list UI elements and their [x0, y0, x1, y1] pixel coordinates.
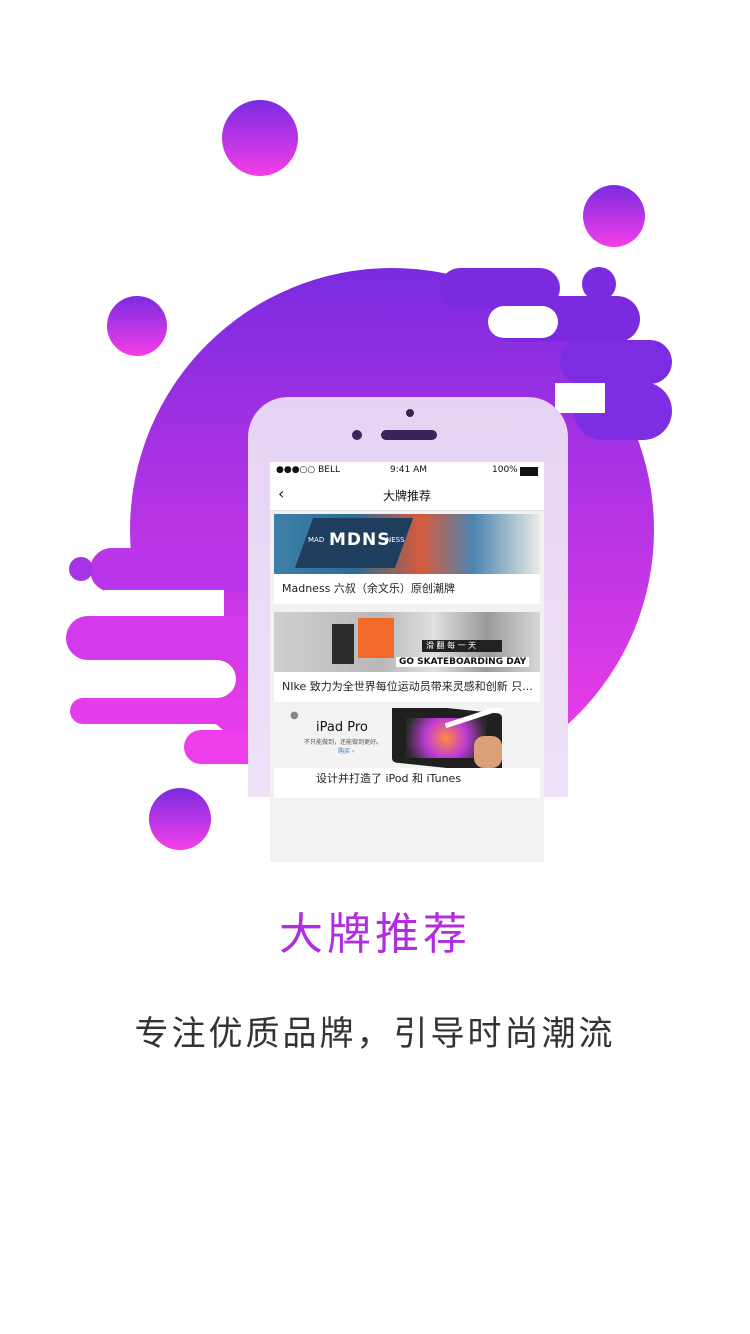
streak	[96, 660, 236, 698]
streak	[70, 698, 260, 724]
clock: 9:41 AM	[390, 465, 427, 475]
phone-speaker	[381, 430, 437, 440]
streak	[66, 616, 276, 660]
carrier-label: ●●●○○ BELL	[276, 465, 341, 475]
card-image: GO SKATEBOARDING DAY 滑 翻 每 一 天	[274, 612, 540, 672]
brand-card-nike[interactable]: GO SKATEBOARDING DAY 滑 翻 每 一 天 NIke 致力为全…	[274, 612, 540, 702]
bubble	[582, 267, 616, 301]
nav-bar: ‹ 大牌推荐	[270, 480, 544, 511]
bubble	[583, 185, 645, 247]
brand-card-madness[interactable]: MDNS MAD NESS Madness 六叔（余文乐）原创潮牌	[274, 514, 540, 604]
bubble	[107, 296, 167, 356]
streak	[488, 306, 558, 338]
page-title: 大牌推荐	[279, 909, 471, 960]
bubble	[222, 100, 298, 176]
phone-front-camera	[352, 430, 362, 440]
card-caption: NIke 致力为全世界每位运动员带来灵感和创新 只...	[282, 680, 533, 693]
streak	[104, 590, 224, 616]
card-caption-overflow: 设计并打造了 iPod 和 iTunes	[316, 772, 462, 785]
streak	[560, 340, 672, 384]
card-image-logo: MDNS	[329, 530, 391, 550]
streak	[555, 383, 605, 413]
card-caption: Madness 六叔（余文乐）原创潮牌	[282, 582, 455, 595]
card-image-banner: GO SKATEBOARDING DAY	[396, 657, 530, 667]
phone-camera	[406, 409, 414, 417]
battery-icon	[520, 467, 538, 476]
apple-logo-icon: ●	[290, 710, 299, 721]
status-bar: ●●●○○ BELL 9:41 AM 100%	[270, 462, 544, 480]
page-subtitle: 专注优质品牌，引导时尚潮流	[134, 1014, 616, 1054]
bubble	[69, 557, 93, 581]
card-image-title: iPad Pro	[316, 720, 368, 735]
nav-title: 大牌推荐	[382, 489, 431, 503]
card-image: ● iPad Pro 不只能做到，还能做到更好。 购买 ›	[274, 708, 540, 768]
bubble	[149, 788, 211, 850]
battery-label: 100%	[492, 465, 518, 475]
phone-screen: ●●●○○ BELL 9:41 AM 100% ‹ 大牌推荐 MDNS MAD …	[270, 462, 544, 862]
card-image: MDNS MAD NESS	[274, 514, 540, 574]
